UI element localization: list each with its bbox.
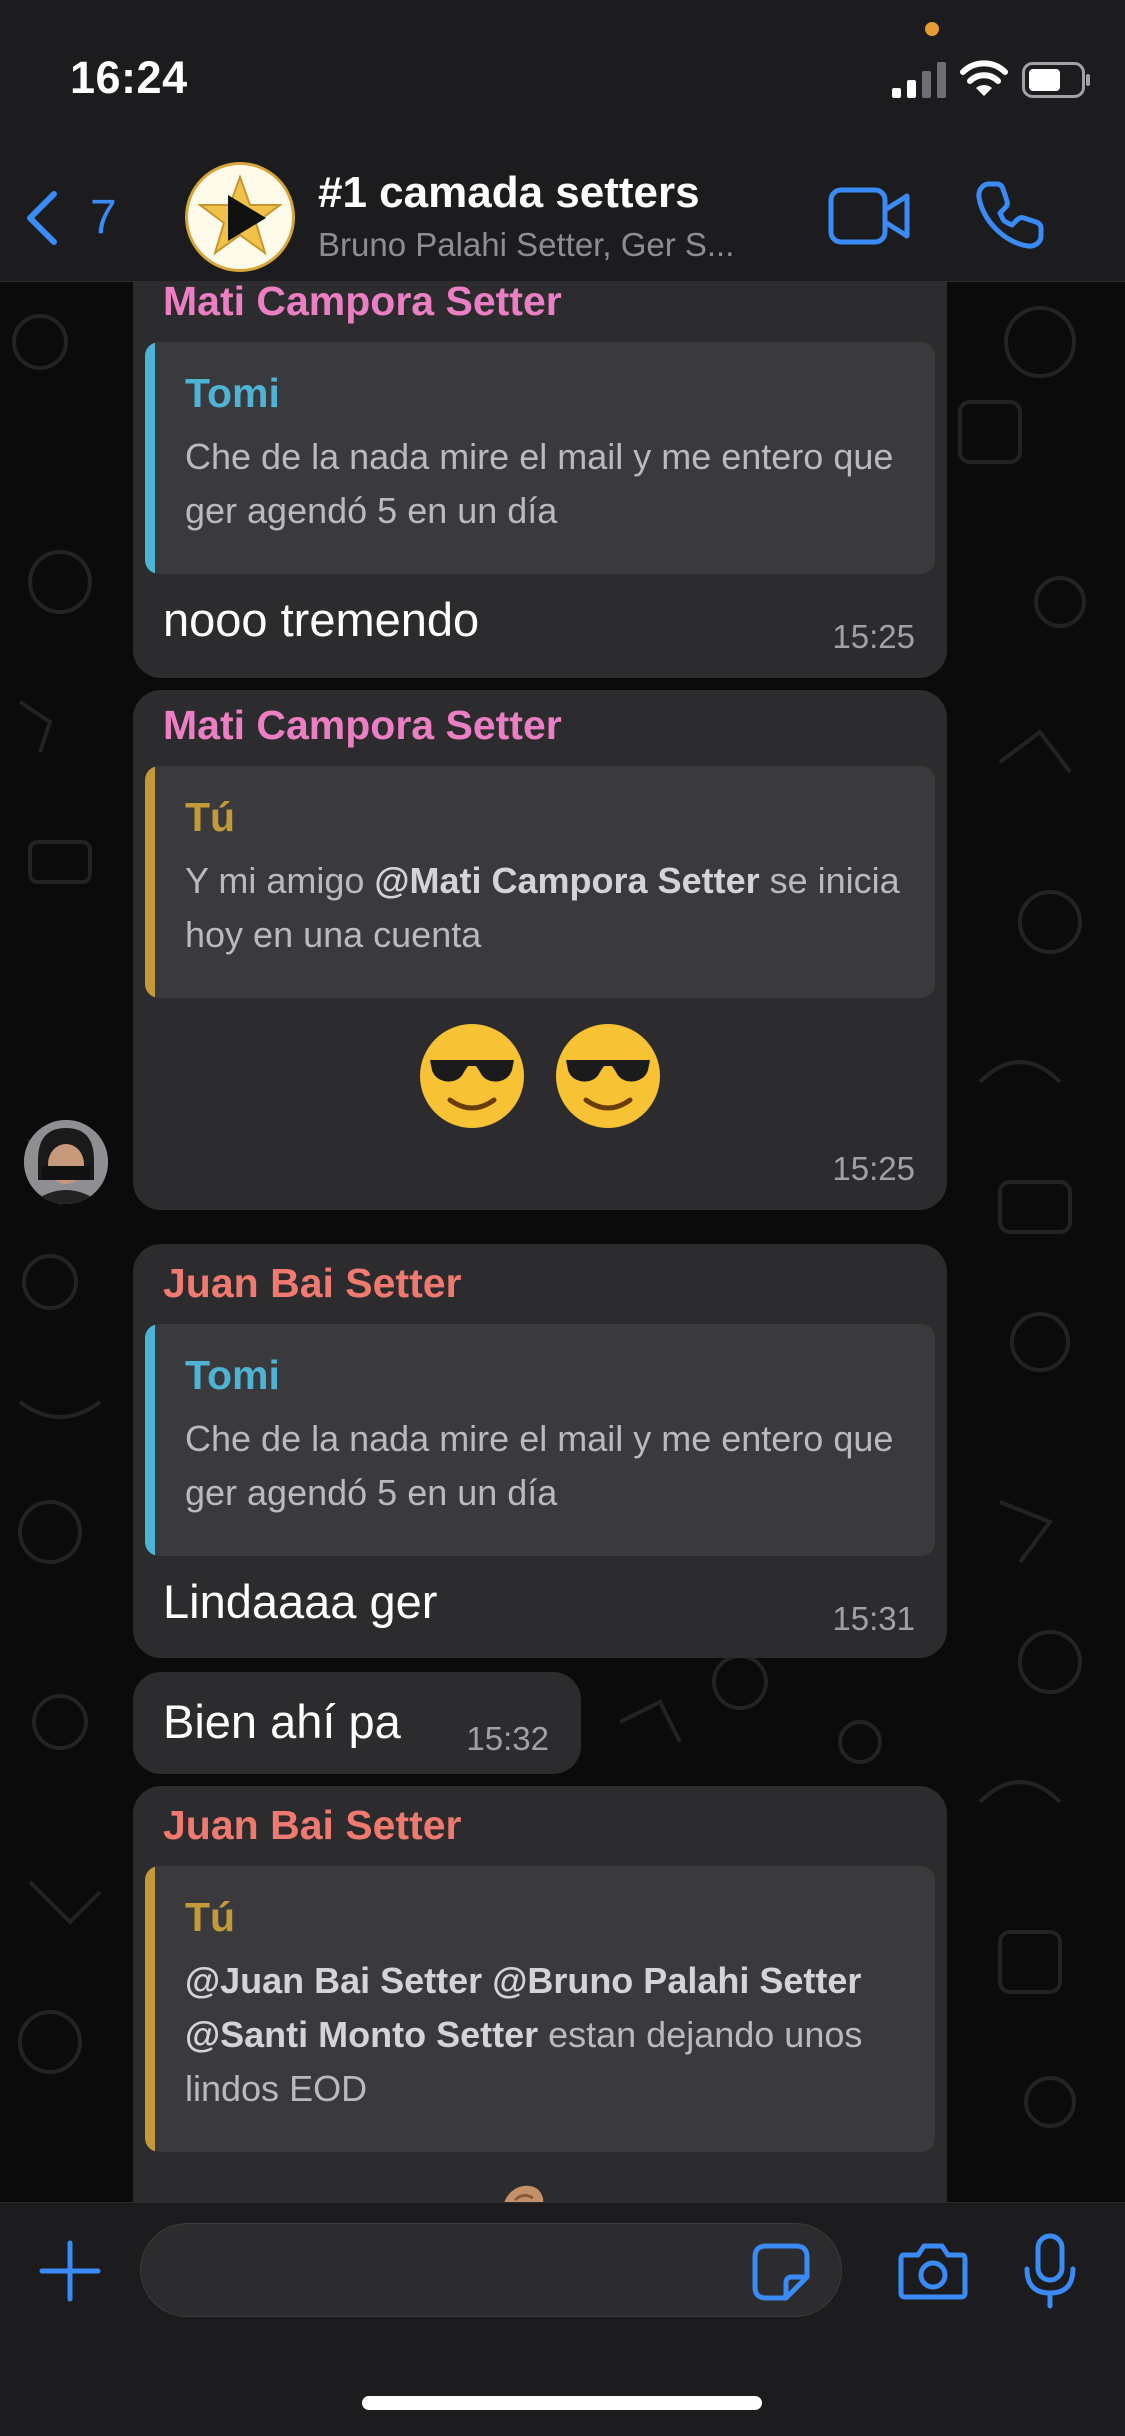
mic-in-use-indicator xyxy=(925,22,939,36)
quoted-message[interactable]: Tú Y mi amigo @Mati Campora Setter se in… xyxy=(145,766,935,998)
voice-call-button[interactable] xyxy=(975,180,1045,250)
quote-accent-bar xyxy=(145,1324,155,1556)
chat-members[interactable]: Bruno Palahi Setter, Ger S... xyxy=(318,226,798,264)
back-button[interactable]: 7 xyxy=(22,186,132,246)
quote-text: Che de la nada mire el mail y me entero … xyxy=(185,436,894,531)
person-photo-icon xyxy=(24,1120,108,1204)
message-bubble[interactable]: Mati Campora Setter Tú Y mi amigo @Mati … xyxy=(133,690,947,1210)
battery-icon xyxy=(1022,62,1090,98)
microphone-button[interactable] xyxy=(1022,2233,1078,2309)
quote-author: Tomi xyxy=(185,370,280,416)
message-time: 15:31 xyxy=(832,1600,915,1637)
camera-button[interactable] xyxy=(898,2241,968,2301)
attach-plus-button[interactable] xyxy=(38,2239,102,2303)
quote-author: Tomi xyxy=(185,1352,280,1398)
chat-title[interactable]: #1 camada setters xyxy=(318,168,700,218)
quote-text-part: Y mi amigo xyxy=(185,860,375,901)
message-bubble[interactable]: Mati Campora Setter Tomi Che de la nada … xyxy=(133,282,947,678)
message-text: Lindaaaa ger xyxy=(163,1575,438,1628)
mention[interactable]: @Bruno Palahi Setter xyxy=(492,1960,861,2001)
chevron-left-icon xyxy=(27,191,57,245)
wifi-icon xyxy=(960,60,1008,96)
quoted-message[interactable]: Tomi Che de la nada mire el mail y me en… xyxy=(145,342,935,574)
mention[interactable]: @Mati Campora Setter xyxy=(374,860,759,901)
chat-header: 7 #1 camada setters Bruno Palahi Setter,… xyxy=(0,150,1125,282)
mention[interactable]: @Juan Bai Setter xyxy=(185,1960,482,2001)
quoted-message[interactable]: Tomi Che de la nada mire el mail y me en… xyxy=(145,1324,935,1556)
message-sender: Mati Campora Setter xyxy=(163,702,562,748)
quote-text: Y mi amigo @Mati Campora Setter se inici… xyxy=(185,854,911,962)
status-bar: 16:24 xyxy=(0,0,1125,150)
quote-accent-bar xyxy=(145,1866,155,2152)
status-time: 16:24 xyxy=(70,52,188,103)
message-text: nooo tremendo xyxy=(163,593,480,646)
message-time: 15:25 xyxy=(832,1150,915,1187)
message-bubble[interactable]: Bien ahí pa 15:32 xyxy=(133,1672,581,1774)
sunglasses-emoji-icon xyxy=(556,1024,661,1128)
sender-avatar[interactable] xyxy=(24,1120,108,1204)
message-bubble[interactable]: Juan Bai Setter Tú @Juan Bai Setter @Bru… xyxy=(133,1786,947,2202)
quote-accent-bar xyxy=(145,342,155,574)
sunglasses-emoji-icon xyxy=(419,1024,524,1128)
message-input[interactable] xyxy=(140,2223,842,2317)
message-sender: Juan Bai Setter xyxy=(163,1802,462,1848)
star-play-logo-icon xyxy=(188,165,292,269)
message-time: 15:32 xyxy=(466,1720,549,1757)
flexed-arm-emoji-icon xyxy=(504,2185,544,2202)
video-call-button[interactable] xyxy=(828,184,910,248)
message-time: 15:25 xyxy=(832,618,915,655)
emoji-message xyxy=(133,1020,947,1137)
message-sender: Mati Campora Setter xyxy=(163,282,562,324)
home-indicator[interactable] xyxy=(362,2396,762,2410)
group-avatar[interactable] xyxy=(185,162,295,272)
unread-chats-count: 7 xyxy=(90,191,117,244)
chat-area[interactable]: Mati Campora Setter Tomi Che de la nada … xyxy=(0,282,1125,2202)
message-text: Bien ahí pa xyxy=(163,1695,401,1748)
quote-author: Tú xyxy=(185,794,236,840)
message-bubble[interactable]: Juan Bai Setter Tomi Che de la nada mire… xyxy=(133,1244,947,1658)
message-sender: Juan Bai Setter xyxy=(163,1260,462,1306)
quoted-message[interactable]: Tú @Juan Bai Setter @Bruno Palahi Setter… xyxy=(145,1866,935,2152)
quote-text: Che de la nada mire el mail y me entero … xyxy=(185,1418,894,1513)
cellular-signal-icon xyxy=(892,62,946,98)
mention[interactable]: @Santi Monto Setter xyxy=(185,2014,538,2055)
quote-text: @Juan Bai Setter @Bruno Palahi Setter @S… xyxy=(185,1954,911,2116)
quote-author: Tú xyxy=(185,1894,236,1940)
quote-accent-bar xyxy=(145,766,155,998)
sticker-button[interactable] xyxy=(752,2243,810,2301)
